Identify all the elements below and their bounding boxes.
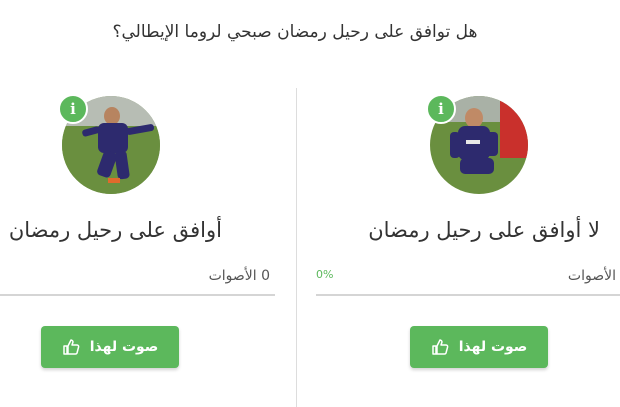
vote-button-label: صوت لهذا [458,339,528,355]
thumbs-up-icon [62,338,80,356]
vote-percent: 0% [316,268,334,281]
option-label: لا أوافق على رحيل رمضان [368,218,600,242]
poll-option-agree: i أوافق على رحيل رمضان 0 الأصوات صوت لهذ… [0,0,300,407]
option-image-wrap: i [58,94,160,194]
vote-count: الأصوات [567,268,616,284]
info-icon[interactable]: i [58,94,88,124]
vote-button[interactable]: صوت لهذا [410,326,548,368]
vote-button[interactable]: صوت لهذا [41,326,179,368]
option-image-wrap: i [426,94,528,194]
progress-track [0,294,275,296]
progress-track [316,294,620,296]
option-label: أوافق على رحيل رمضان [8,218,222,242]
vote-count: 0 الأصوات [208,268,270,284]
info-icon[interactable]: i [426,94,456,124]
vote-button-label: صوت لهذا [89,339,159,355]
poll-option-disagree: i لا أوافق على رحيل رمضان الأصوات 0% صوت… [316,0,620,407]
thumbs-up-icon [431,338,449,356]
